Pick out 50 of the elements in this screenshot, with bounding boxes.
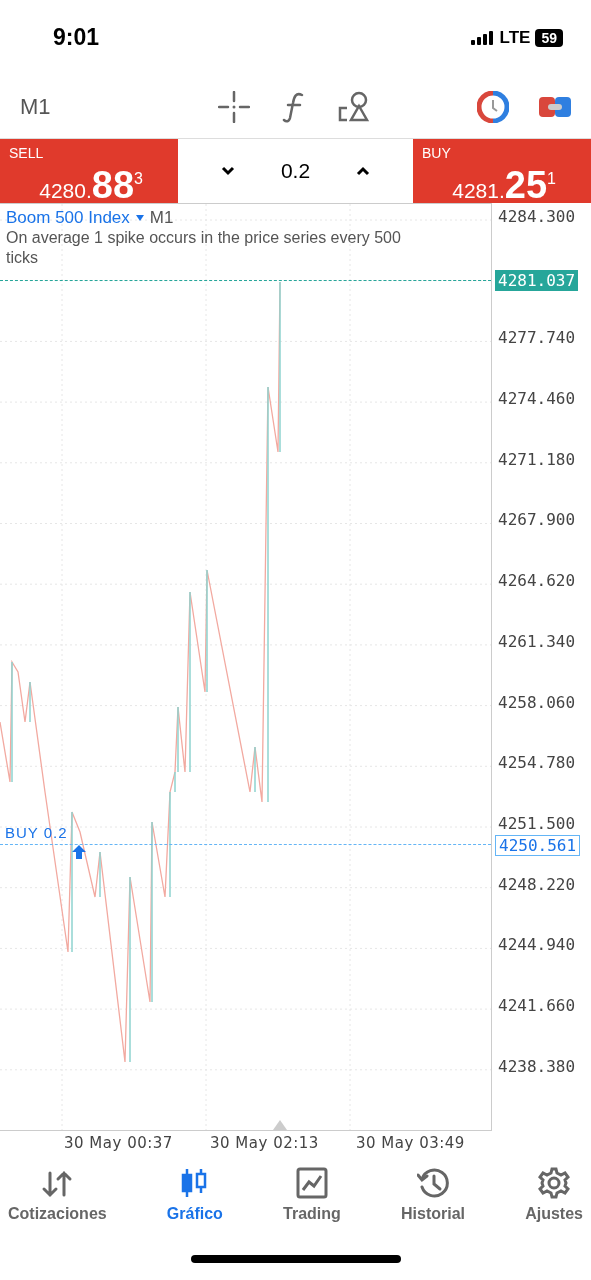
dropdown-icon[interactable] (135, 215, 144, 221)
timeframe-button[interactable]: M1 (20, 93, 170, 120)
price-label: BUY (422, 145, 452, 161)
history-icon (417, 1167, 449, 1199)
signal-icon (470, 30, 495, 45)
nav-tab[interactable]: Gráfico (162, 1163, 227, 1227)
nav-tab[interactable]: Historial (397, 1163, 469, 1227)
status-time: 9:01 (53, 24, 100, 51)
price-axis-label: 4267.900 (497, 510, 576, 530)
time-axis-label: 30 May 00:37 (64, 1134, 174, 1152)
function-icon (282, 90, 306, 123)
time-axis-label: 30 May 03:49 (356, 1134, 466, 1152)
volume-value[interactable]: 0.2 (280, 159, 311, 183)
settings-icon (538, 1167, 571, 1199)
nav-tab[interactable]: Cotizaciones (4, 1163, 111, 1227)
price-axis-label: 4277.740 (497, 328, 576, 348)
order-price-tag: 4250.561 (495, 835, 581, 856)
price-axis-label: 4241.660 (497, 995, 576, 1015)
crosshair-icon (218, 90, 250, 123)
price-axis-label: 4271.180 (497, 449, 576, 469)
buy-button[interactable]: BUY 4281.25$^{1}$ (413, 139, 591, 203)
symbol-description: On average 1 spike occurs in the price series every 500 ticks (6, 228, 402, 268)
network-label: LTE (499, 27, 531, 48)
price-axis-label: 4284.300 (497, 207, 576, 226)
decrease-volume-icon[interactable] (220, 166, 235, 176)
trade-toggle-icon (539, 94, 571, 119)
line-chart-icon (295, 1167, 328, 1199)
price-axis-label: 4264.620 (497, 571, 576, 591)
price-axis-label: 4251.500 (497, 813, 576, 833)
price-axis-label: 4261.340 (497, 631, 576, 651)
price-label: SELL (9, 145, 45, 161)
current-price-tag: 4281.037 (495, 269, 579, 291)
symbol-selector[interactable]: Boom 500 Index (6, 208, 130, 228)
price-axis-label: 4248.220 (497, 874, 576, 894)
price-axis-label: 4244.940 (497, 935, 576, 955)
buy-arrow-icon (72, 845, 86, 859)
price-axis-label: 4254.780 (497, 753, 576, 773)
battery-indicator: 59 (535, 28, 563, 47)
order-label: BUY 0.2 (5, 824, 68, 841)
one-click-trading-icon (477, 90, 509, 123)
chart-timeframe: M1 (149, 208, 174, 228)
nav-tab[interactable]: Ajustes (521, 1163, 587, 1227)
price-axis-label: 4274.460 (497, 389, 576, 409)
price-axis-label: 4258.060 (497, 692, 576, 712)
nav-tab[interactable]: Trading (279, 1163, 345, 1227)
time-axis-label: 30 May 02:13 (210, 1134, 320, 1152)
sell-button[interactable]: SELL 4280.88$^{3}$ (0, 139, 178, 203)
price-axis-label: 4238.380 (497, 1056, 576, 1076)
increase-volume-icon[interactable] (356, 166, 370, 176)
shapes-icon (338, 90, 370, 123)
